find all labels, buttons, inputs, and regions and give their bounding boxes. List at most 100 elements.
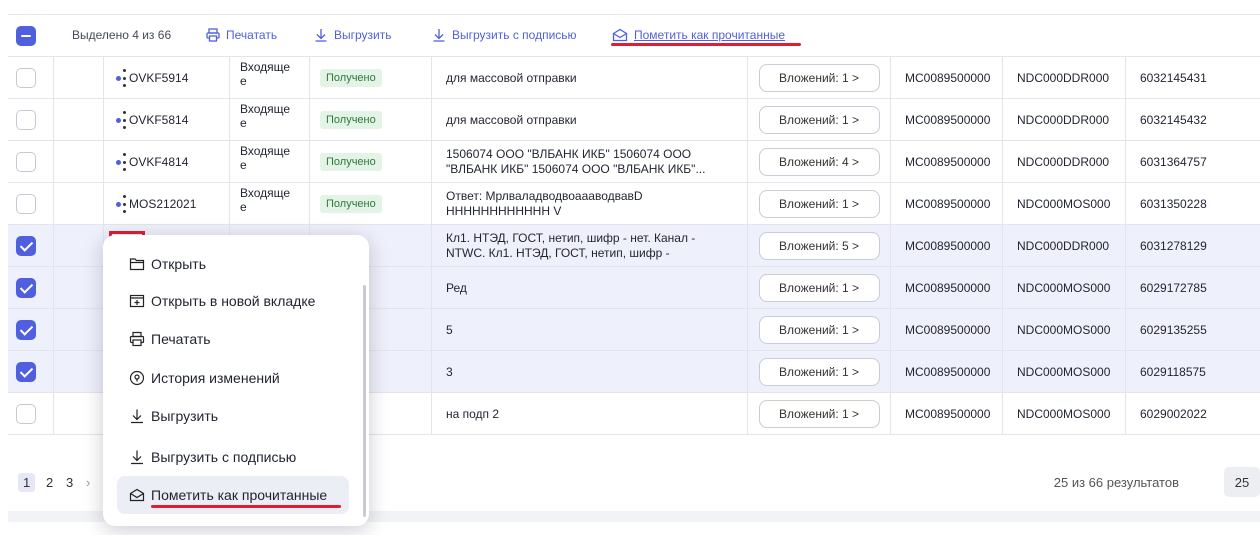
menu-item-export[interactable]: Выгрузить [117, 397, 349, 435]
row-checkbox[interactable] [16, 320, 36, 340]
status-cell: Получено [310, 183, 432, 225]
actions-cell [54, 309, 126, 351]
attachments-cell: Вложений: 1 > [748, 183, 891, 225]
row-checkbox[interactable] [16, 404, 36, 424]
ndc-code: NDC000MOS000 [1017, 365, 1111, 379]
direction: Входяще е [240, 186, 291, 214]
attachments-button[interactable]: Вложений: 1 > [758, 274, 880, 302]
subject-cell: на подп 2 [432, 393, 748, 435]
mc-code: MC0089500000 [905, 155, 991, 169]
status-badge: Получено [320, 111, 382, 129]
row-checkbox[interactable] [16, 194, 36, 214]
row-checkbox[interactable] [16, 152, 36, 172]
mc-cell: MC0089500000 [891, 309, 1003, 351]
attachments-cell: Вложений: 1 > [748, 57, 891, 99]
menu-item-export-signed[interactable]: Выгрузить с подписью [117, 438, 349, 476]
per-page-select[interactable]: 25 [1224, 467, 1260, 497]
attachments-button[interactable]: Вложений: 1 > [758, 400, 880, 428]
document-number: 6029172785 [1140, 281, 1207, 295]
attachments-cell: Вложений: 1 > [748, 351, 891, 393]
subject-cell: 3 [432, 351, 748, 393]
id-cell: OVKF5914 [104, 57, 230, 99]
mc-code: MC0089500000 [905, 281, 991, 295]
download-icon [314, 28, 328, 42]
subject-cell: 1506074 ООО "ВЛБАНК ИКБ" 1506074 ООО "ВЛ… [432, 141, 748, 183]
unread-dot [116, 201, 121, 207]
unread-dot [116, 159, 121, 165]
row-checkbox[interactable] [16, 110, 36, 130]
export-signed-label: Выгрузить с подписью [452, 28, 577, 42]
ndc-cell: NDC000MOS000 [1003, 183, 1126, 225]
next-page-icon[interactable]: › [86, 475, 90, 490]
envelope-open-icon [612, 28, 628, 42]
export-button[interactable]: Выгрузить [314, 28, 392, 42]
table-row[interactable]: OVKF4814 Входяще е Получено 1506074 ООО … [8, 141, 1260, 183]
table-row[interactable]: MOS212021 Входяще е Получено Ответ: Мрлв… [8, 183, 1260, 225]
download-icon [129, 449, 145, 465]
menu-item-print[interactable]: Печатать [117, 320, 349, 358]
new-tab-icon [129, 293, 145, 309]
attachments-button[interactable]: Вложений: 5 > [758, 232, 880, 260]
select-all-checkbox[interactable] [16, 26, 36, 46]
row-context-menu: Открыть Открыть в новой вкладке Печатать… [103, 235, 369, 526]
print-button[interactable]: Печатать [206, 28, 277, 42]
attachments-button[interactable]: Вложений: 1 > [758, 316, 880, 344]
actions-cell [54, 225, 145, 267]
attachments-cell: Вложений: 1 > [748, 99, 891, 141]
checkbox-cell [8, 225, 54, 267]
mc-cell: MC0089500000 [891, 393, 1003, 435]
attachments-button[interactable]: Вложений: 1 > [758, 190, 880, 218]
menu-label: Печатать [151, 331, 211, 347]
row-checkbox[interactable] [16, 68, 36, 88]
results-count: 25 из 66 результатов [1053, 475, 1179, 490]
id-cell: MOS212021 [104, 183, 230, 225]
document-number: 6029118575 [1140, 365, 1206, 379]
mc-code: MC0089500000 [905, 323, 991, 337]
ndc-code: NDC000MOS000 [1017, 323, 1111, 337]
envelope-open-icon [129, 487, 145, 503]
row-checkbox[interactable] [16, 362, 36, 382]
number-cell: 6029002022 [1126, 393, 1260, 435]
menu-label: Открыть [151, 256, 206, 272]
mc-code: MC0089500000 [905, 71, 991, 85]
folder-icon [129, 256, 145, 272]
attachments-button[interactable]: Вложений: 1 > [758, 358, 880, 386]
subject: 3 [446, 364, 453, 379]
ndc-cell: NDC000DDR000 [1003, 141, 1126, 183]
number-cell: 6032145431 [1126, 57, 1260, 99]
mark-read-button[interactable]: Пометить как прочитанные [612, 28, 785, 42]
menu-item-mark-read[interactable]: Пометить как прочитанные [117, 476, 349, 514]
attachments-cell: Вложений: 1 > [748, 393, 891, 435]
mc-cell: MC0089500000 [891, 267, 1003, 309]
subject: Ред [446, 280, 467, 295]
id-cell: OVKF5814 [104, 99, 230, 141]
menu-item-open-new-tab[interactable]: Открыть в новой вкладке [117, 282, 349, 320]
page-1-button[interactable]: 1 [18, 473, 36, 492]
table-row[interactable]: OVKF5814 Входяще е Получено для массовой… [8, 99, 1260, 141]
attachments-button[interactable]: Вложений: 1 > [758, 64, 880, 92]
attachments-button[interactable]: Вложений: 1 > [758, 106, 880, 134]
mc-cell: MC0089500000 [891, 57, 1003, 99]
table-row[interactable]: OVKF5914 Входяще е Получено для массовой… [8, 57, 1260, 99]
menu-item-open[interactable]: Открыть [117, 245, 349, 283]
status-badge: Получено [320, 69, 382, 87]
download-icon [432, 28, 446, 42]
ndc-cell: NDC000MOS000 [1003, 351, 1126, 393]
status-cell: Получено [310, 57, 432, 99]
page-2-button[interactable]: 2 [46, 475, 53, 490]
actions-cell [54, 267, 126, 309]
subject: для массовой отправки [446, 70, 577, 85]
menu-scrollbar[interactable] [363, 285, 366, 517]
status-badge: Получено [320, 195, 382, 213]
unread-dot [116, 75, 121, 81]
attachments-button[interactable]: Вложений: 4 > [758, 148, 880, 176]
row-checkbox[interactable] [16, 236, 36, 256]
menu-item-history[interactable]: История изменений [117, 359, 349, 397]
page-3-button[interactable]: 3 [66, 475, 73, 490]
row-checkbox[interactable] [16, 278, 36, 298]
id-cell: OVKF4814 [104, 141, 230, 183]
export-signed-button[interactable]: Выгрузить с подписью [432, 28, 577, 42]
actions-cell [54, 351, 126, 393]
subject: для массовой отправки [446, 112, 577, 127]
ndc-code: NDC000MOS000 [1017, 197, 1111, 211]
